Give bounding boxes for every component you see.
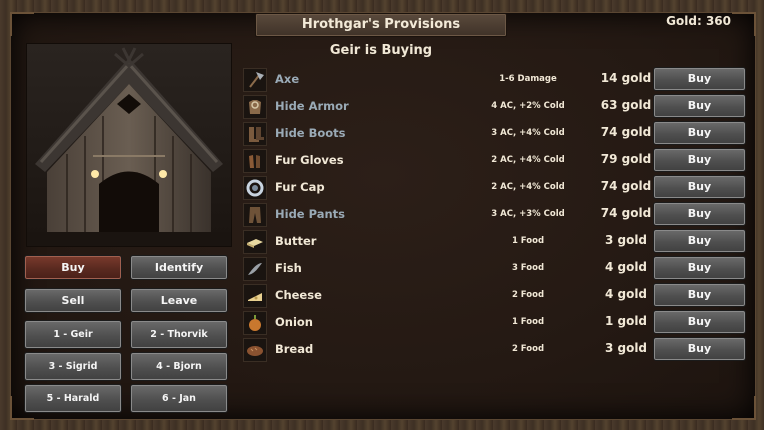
shop-title: Hrothgar's Provisions (255, 13, 507, 37)
buy-item-button[interactable]: Buy (653, 256, 746, 280)
item-stats: 1 Food (511, 317, 545, 327)
buyer-subtitle: Geir is Buying (329, 43, 433, 58)
onion-icon (243, 311, 267, 335)
buy-mode-button[interactable]: Buy (24, 255, 122, 280)
bread-icon (243, 338, 267, 362)
shop-portrait (26, 43, 232, 247)
frame-corner-ornament (10, 12, 34, 36)
item-row: Fur Gloves 2 AC, +4% Cold 79 gold Buy (243, 148, 753, 175)
buy-item-button[interactable]: Buy (653, 148, 746, 172)
item-row: Fur Cap 2 AC, +4% Cold 74 gold Buy (243, 175, 753, 202)
item-row: Fish 3 Food 4 gold Buy (243, 256, 753, 283)
sell-button[interactable]: Sell (24, 288, 122, 313)
item-stats: 1-6 Damage (499, 74, 557, 84)
party-member-button[interactable]: 3 - Sigrid (24, 352, 122, 381)
frame-corner-ornament (732, 396, 756, 420)
item-name: Onion (275, 315, 313, 329)
item-row: Hide Pants 3 AC, +3% Cold 74 gold Buy (243, 202, 753, 229)
item-name: Hide Armor (275, 99, 349, 113)
axe-icon (243, 68, 267, 92)
item-row: Onion 1 Food 1 gold Buy (243, 310, 753, 337)
item-stats: 1 Food (511, 236, 545, 246)
item-name: Fur Cap (275, 180, 325, 194)
pants-icon (243, 203, 267, 227)
gold-counter: Gold: 360 (666, 14, 731, 28)
item-row: Bread 2 Food 3 gold Buy (243, 337, 753, 364)
identify-button[interactable]: Identify (130, 255, 228, 280)
item-stats: 4 AC, +2% Cold (491, 101, 565, 111)
party-member-button[interactable]: 6 - Jan (130, 384, 228, 413)
item-name: Fur Gloves (275, 153, 344, 167)
buy-item-button[interactable]: Buy (653, 94, 746, 118)
leave-button[interactable]: Leave (130, 288, 228, 313)
item-name: Cheese (275, 288, 322, 302)
buy-item-button[interactable]: Buy (653, 310, 746, 334)
buy-item-button[interactable]: Buy (653, 202, 746, 226)
item-name: Bread (275, 342, 314, 356)
item-stats: 2 Food (511, 344, 545, 354)
item-name: Axe (275, 72, 300, 86)
item-row: Hide Boots 3 AC, +4% Cold 74 gold Buy (243, 121, 753, 148)
item-stats: 2 Food (511, 290, 545, 300)
frame-corner-ornament (732, 12, 756, 36)
gloves-icon (243, 149, 267, 173)
party-member-button[interactable]: 5 - Harald (24, 384, 122, 413)
buy-item-button[interactable]: Buy (653, 337, 746, 361)
item-row: Cheese 2 Food 4 gold Buy (243, 283, 753, 310)
item-stats: 2 AC, +4% Cold (491, 155, 565, 165)
party-member-button[interactable]: 4 - Bjorn (130, 352, 228, 381)
cheese-icon (243, 284, 267, 308)
butter-icon (243, 230, 267, 254)
item-row: Hide Armor 4 AC, +2% Cold 63 gold Buy (243, 94, 753, 121)
cap-icon (243, 176, 267, 200)
item-name: Hide Pants (275, 207, 346, 221)
buy-item-button[interactable]: Buy (653, 175, 746, 199)
item-name: Hide Boots (275, 126, 346, 140)
buy-item-button[interactable]: Buy (653, 229, 746, 253)
longhouse-image (27, 44, 231, 246)
party-member-button[interactable]: 2 - Thorvik (130, 320, 228, 349)
boots-icon (243, 122, 267, 146)
item-name: Fish (275, 261, 302, 275)
item-stats: 3 AC, +4% Cold (491, 128, 565, 138)
buy-item-button[interactable]: Buy (653, 121, 746, 145)
armor-icon (243, 95, 267, 119)
item-row: Axe 1-6 Damage 14 gold Buy (243, 67, 753, 94)
item-stats: 3 AC, +3% Cold (491, 209, 565, 219)
buy-item-button[interactable]: Buy (653, 67, 746, 91)
party-member-button[interactable]: 1 - Geir (24, 320, 122, 349)
item-row: Butter 1 Food 3 gold Buy (243, 229, 753, 256)
fish-icon (243, 257, 267, 281)
buy-item-button[interactable]: Buy (653, 283, 746, 307)
item-stats: 3 Food (511, 263, 545, 273)
item-name: Butter (275, 234, 317, 248)
item-stats: 2 AC, +4% Cold (491, 182, 565, 192)
